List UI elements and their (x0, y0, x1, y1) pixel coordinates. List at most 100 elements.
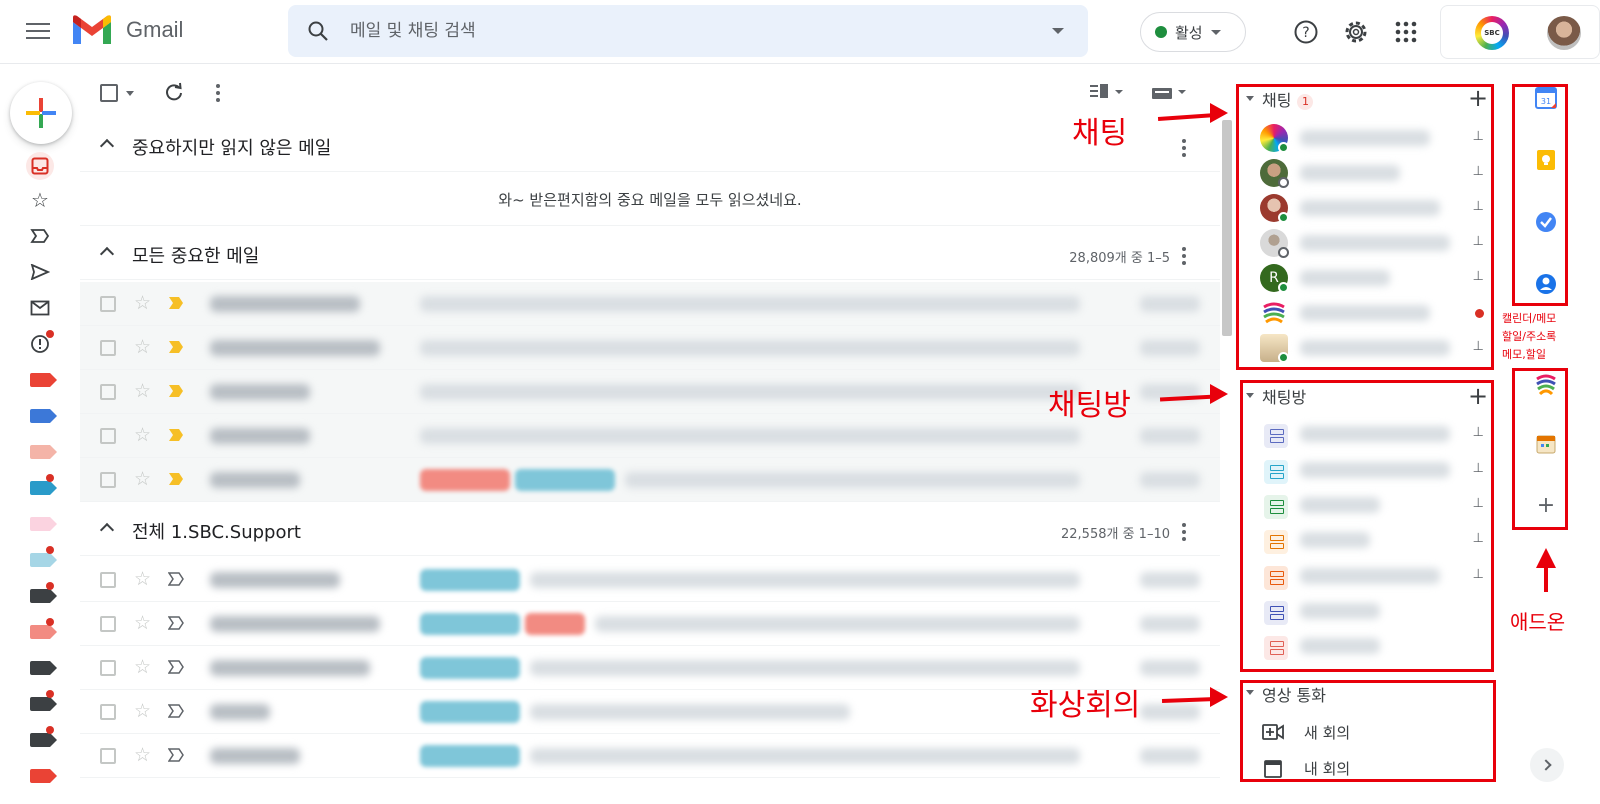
pin-icon[interactable]: ⊥ (1473, 199, 1484, 214)
section-header-support[interactable]: 전체 1.SBC.Support 22,558개 중 1–10 (80, 504, 1220, 556)
section-more-icon[interactable] (1182, 247, 1186, 265)
tasks-app-icon[interactable] (1534, 210, 1558, 234)
split-pane-icon[interactable] (1090, 84, 1126, 100)
row-checkbox[interactable] (100, 572, 116, 588)
label-tag-icon[interactable] (28, 582, 57, 608)
compose-button[interactable] (10, 82, 72, 144)
chat-contact[interactable] (1260, 299, 1490, 329)
email-row[interactable]: ☆ (80, 734, 1220, 778)
pin-icon[interactable]: ⊥ (1473, 496, 1484, 511)
search-input[interactable] (350, 15, 1030, 47)
main-menu-icon[interactable] (26, 20, 50, 40)
email-row[interactable]: ☆ (80, 282, 1220, 326)
email-row[interactable]: ☆ (80, 558, 1220, 602)
search-options-icon[interactable] (1052, 28, 1064, 34)
section-more-icon[interactable] (1182, 139, 1186, 157)
chat-contact[interactable]: ⊥ (1260, 159, 1490, 189)
row-checkbox[interactable] (100, 616, 116, 632)
important-marker-icon[interactable] (168, 384, 184, 398)
star-icon[interactable]: ☆ (134, 424, 151, 446)
keep-app-icon[interactable] (1534, 148, 1558, 172)
label-tag-icon[interactable] (28, 404, 57, 428)
label-tag-icon[interactable] (28, 618, 57, 644)
star-icon[interactable]: ☆ (134, 612, 151, 634)
star-icon[interactable]: ☆ (134, 568, 151, 590)
chat-contact[interactable]: ⊥ (1260, 229, 1490, 259)
pin-icon[interactable]: ⊥ (1473, 129, 1484, 144)
pin-icon[interactable]: ⊥ (1473, 339, 1484, 354)
chat-room[interactable]: ⊥ (1260, 526, 1490, 556)
avatar[interactable] (1547, 16, 1581, 50)
collapse-chevron-icon[interactable] (99, 246, 115, 262)
collapse-chevron-icon[interactable] (99, 522, 115, 538)
collapse-triangle-icon[interactable] (1246, 96, 1254, 101)
spam-icon[interactable] (28, 330, 54, 356)
new-meeting-link[interactable]: 새 회의 (1304, 722, 1350, 743)
chat-contact[interactable]: ⊥ (1260, 124, 1490, 154)
important-marker-icon[interactable] (168, 616, 184, 630)
collapse-triangle-icon[interactable] (1246, 393, 1254, 398)
important-marker-icon[interactable] (168, 296, 184, 310)
sent-icon[interactable] (28, 260, 52, 284)
star-icon[interactable]: ☆ (134, 700, 151, 722)
chat-room[interactable]: ⊥ (1260, 562, 1490, 592)
important-marker-icon[interactable] (168, 472, 184, 486)
row-checkbox[interactable] (100, 296, 116, 312)
search-bar[interactable] (288, 5, 1088, 57)
important-marker-icon[interactable] (168, 428, 184, 442)
row-checkbox[interactable] (100, 704, 116, 720)
mail-scrollbar[interactable] (1222, 120, 1232, 336)
email-row[interactable]: ☆ (80, 458, 1220, 502)
label-tag-icon[interactable] (28, 546, 57, 572)
chat-room[interactable]: ⊥ (1260, 420, 1490, 450)
chat-room[interactable] (1260, 597, 1490, 627)
email-row[interactable]: ☆ (80, 602, 1220, 646)
more-options-icon[interactable] (216, 84, 220, 102)
important-marker-icon[interactable] (168, 660, 184, 674)
starred-icon[interactable]: ☆ (28, 188, 52, 212)
section-header-important-unread[interactable]: 중요하지만 읽지 않은 메일 (80, 120, 1220, 172)
calendar-app-icon[interactable]: 31 (1534, 86, 1558, 110)
label-tag-icon[interactable] (28, 690, 57, 716)
email-row[interactable]: ☆ (80, 326, 1220, 370)
star-icon[interactable]: ☆ (134, 656, 151, 678)
section-header-all-important[interactable]: 모든 중요한 메일 28,809개 중 1–5 (80, 228, 1220, 280)
star-icon[interactable]: ☆ (134, 744, 151, 766)
chat-room[interactable] (1260, 632, 1490, 662)
status-chip[interactable]: 활성 (1140, 12, 1246, 52)
select-chevron-icon[interactable] (126, 91, 134, 96)
pin-icon[interactable]: ⊥ (1473, 461, 1484, 476)
expand-side-panel-button[interactable] (1530, 748, 1564, 782)
section-more-icon[interactable] (1182, 523, 1186, 541)
new-chat-button[interactable]: + (1468, 86, 1488, 110)
important-marker-icon[interactable] (168, 340, 184, 354)
refresh-icon[interactable] (164, 82, 184, 102)
chat-contact[interactable]: ⊥ (1260, 334, 1490, 364)
pin-icon[interactable]: ⊥ (1473, 531, 1484, 546)
row-checkbox[interactable] (100, 428, 116, 444)
add-addon-button[interactable]: + (1534, 494, 1558, 518)
important-marker-icon[interactable] (168, 572, 184, 586)
addon-sbc-icon[interactable] (1534, 372, 1558, 396)
row-checkbox[interactable] (100, 660, 116, 676)
apps-grid-icon[interactable] (1390, 16, 1422, 48)
inbox-icon[interactable] (26, 152, 54, 180)
chat-room[interactable]: ⊥ (1260, 491, 1490, 521)
label-tag-icon[interactable] (28, 440, 57, 464)
pin-icon[interactable]: ⊥ (1473, 269, 1484, 284)
pin-icon[interactable]: ⊥ (1473, 567, 1484, 582)
chat-room[interactable]: ⊥ (1260, 456, 1490, 486)
star-icon[interactable]: ☆ (134, 292, 151, 314)
label-tag-icon[interactable] (28, 368, 57, 392)
pin-icon[interactable]: ⊥ (1473, 164, 1484, 179)
search-icon[interactable] (306, 19, 330, 43)
all-mail-icon[interactable] (28, 296, 52, 320)
chat-contact[interactable]: ⊥ (1260, 194, 1490, 224)
label-tag-icon[interactable] (28, 726, 57, 752)
gmail-logo[interactable] (70, 14, 114, 48)
select-all-checkbox[interactable] (100, 84, 118, 102)
important-marker-icon[interactable] (168, 704, 184, 718)
row-checkbox[interactable] (100, 384, 116, 400)
label-tag-icon[interactable] (28, 656, 57, 680)
collapse-triangle-icon[interactable] (1246, 690, 1254, 695)
